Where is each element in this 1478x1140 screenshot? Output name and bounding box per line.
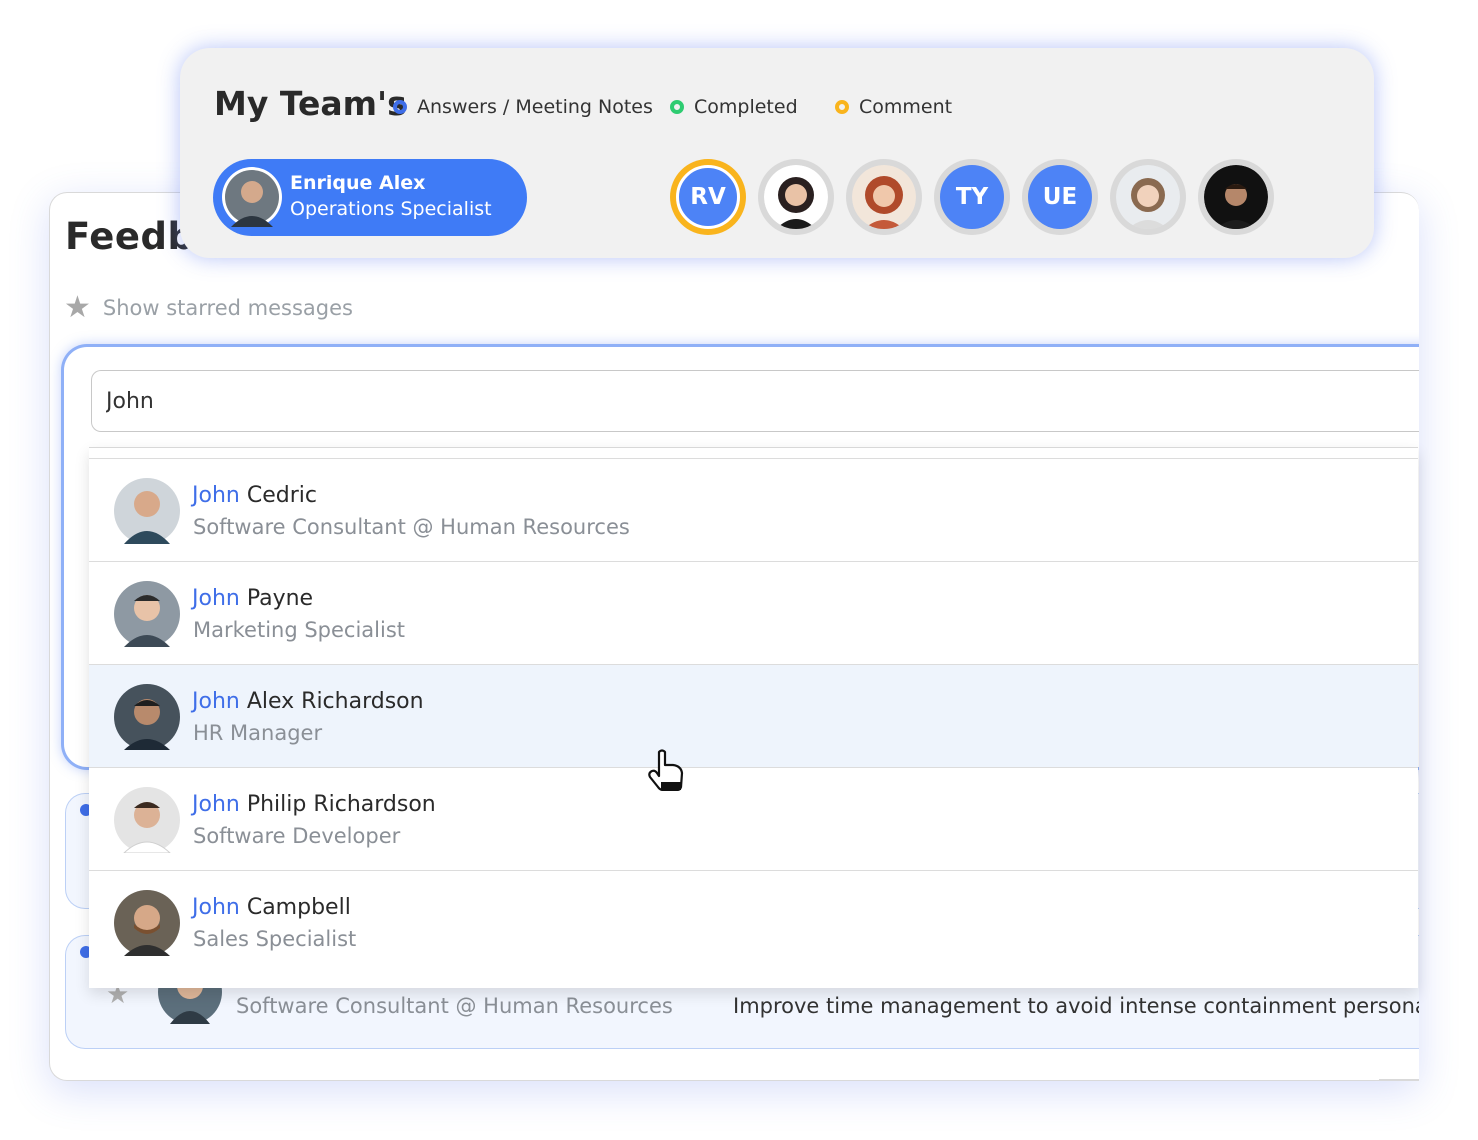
legend-answers: Answers / Meeting Notes (393, 96, 653, 118)
team-member-photo[interactable] (1110, 159, 1186, 235)
avatar (1116, 165, 1180, 229)
result-role: Software Developer (193, 824, 401, 848)
search-result-item[interactable]: John Philip Richardson Software Develope… (89, 767, 1418, 870)
result-name: John Campbell (192, 895, 351, 920)
search-result-item[interactable]: John Cedric Software Consultant @ Human … (89, 458, 1418, 561)
result-role: Software Consultant @ Human Resources (193, 515, 630, 539)
star-icon: ★ (64, 290, 91, 325)
team-member-photo[interactable] (1198, 159, 1274, 235)
search-result-item[interactable]: John Campbell Sales Specialist (89, 870, 1418, 973)
avatar (222, 167, 282, 227)
avatar (764, 165, 828, 229)
team-member-photo[interactable] (758, 159, 834, 235)
show-starred-toggle[interactable]: ★ Show starred messages (64, 293, 353, 323)
legend-comment: Comment (835, 96, 952, 118)
selected-member-role: Operations Specialist (290, 198, 492, 220)
result-role: Marketing Specialist (193, 618, 406, 642)
team-title: My Team's (214, 84, 407, 123)
yellow-ring-icon (835, 100, 849, 114)
search-input[interactable] (91, 370, 1419, 432)
avatar (114, 787, 180, 853)
selected-member-chip[interactable]: Enrique Alex Operations Specialist (213, 159, 527, 236)
result-name: John Payne (192, 586, 314, 611)
selected-member-name: Enrique Alex (290, 172, 426, 194)
avatar (114, 478, 180, 544)
avatar (114, 890, 180, 956)
team-member-photo[interactable] (846, 159, 922, 235)
avatar (1204, 165, 1268, 229)
result-name: John Cedric (192, 483, 317, 508)
avatar (852, 165, 916, 229)
feedback-text: Improve time management to avoid intense… (733, 994, 1419, 1018)
result-name: John Philip Richardson (192, 792, 436, 817)
avatar (114, 581, 180, 647)
blue-ring-icon (393, 100, 407, 114)
green-ring-icon (670, 100, 684, 114)
avatar (114, 684, 180, 750)
search-result-item[interactable]: John Payne Marketing Specialist (89, 561, 1418, 664)
result-role: Sales Specialist (193, 927, 357, 951)
team-member-rv[interactable]: RV (670, 159, 746, 235)
result-role: HR Manager (193, 721, 323, 745)
team-member-ue[interactable]: UE (1022, 159, 1098, 235)
show-starred-label: Show starred messages (102, 296, 353, 320)
hand-cursor-icon (648, 749, 684, 791)
search-result-item[interactable]: John Alex Richardson HR Manager (89, 664, 1418, 767)
team-member-ty[interactable]: TY (934, 159, 1010, 235)
feedback-author-role: Software Consultant @ Human Resources (236, 994, 673, 1018)
my-team-card: My Team's Answers / Meeting Notes Comple… (180, 48, 1374, 258)
legend-completed: Completed (670, 96, 798, 118)
search-results-dropdown: John Cedric Software Consultant @ Human … (89, 447, 1418, 988)
result-name: John Alex Richardson (192, 689, 424, 714)
